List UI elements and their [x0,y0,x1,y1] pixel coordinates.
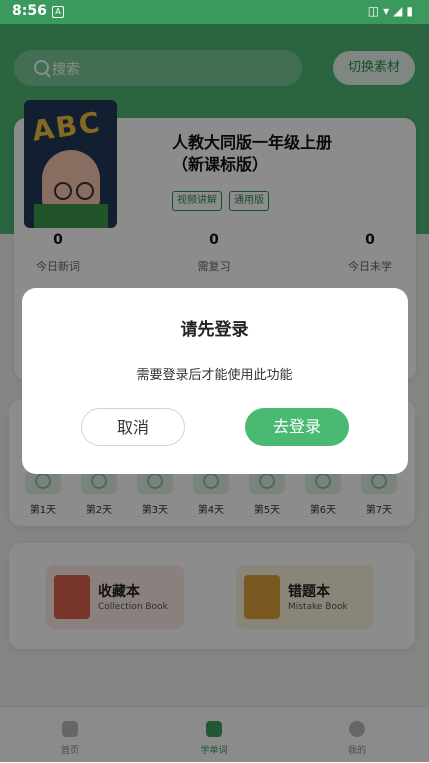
dialog-message: 需要登录后才能使用此功能 [136,368,293,383]
status-icons: ◫▾◢▮ [367,4,417,18]
login-button[interactable]: 去登录 [245,408,349,446]
status-bar: 8:56 A ◫▾◢▮ [0,0,429,24]
dialog-title: 请先登录 [180,320,249,340]
notification-a-icon: A [52,6,64,18]
cancel-button[interactable]: 取消 [81,408,185,446]
status-time: 8:56 [12,3,47,19]
